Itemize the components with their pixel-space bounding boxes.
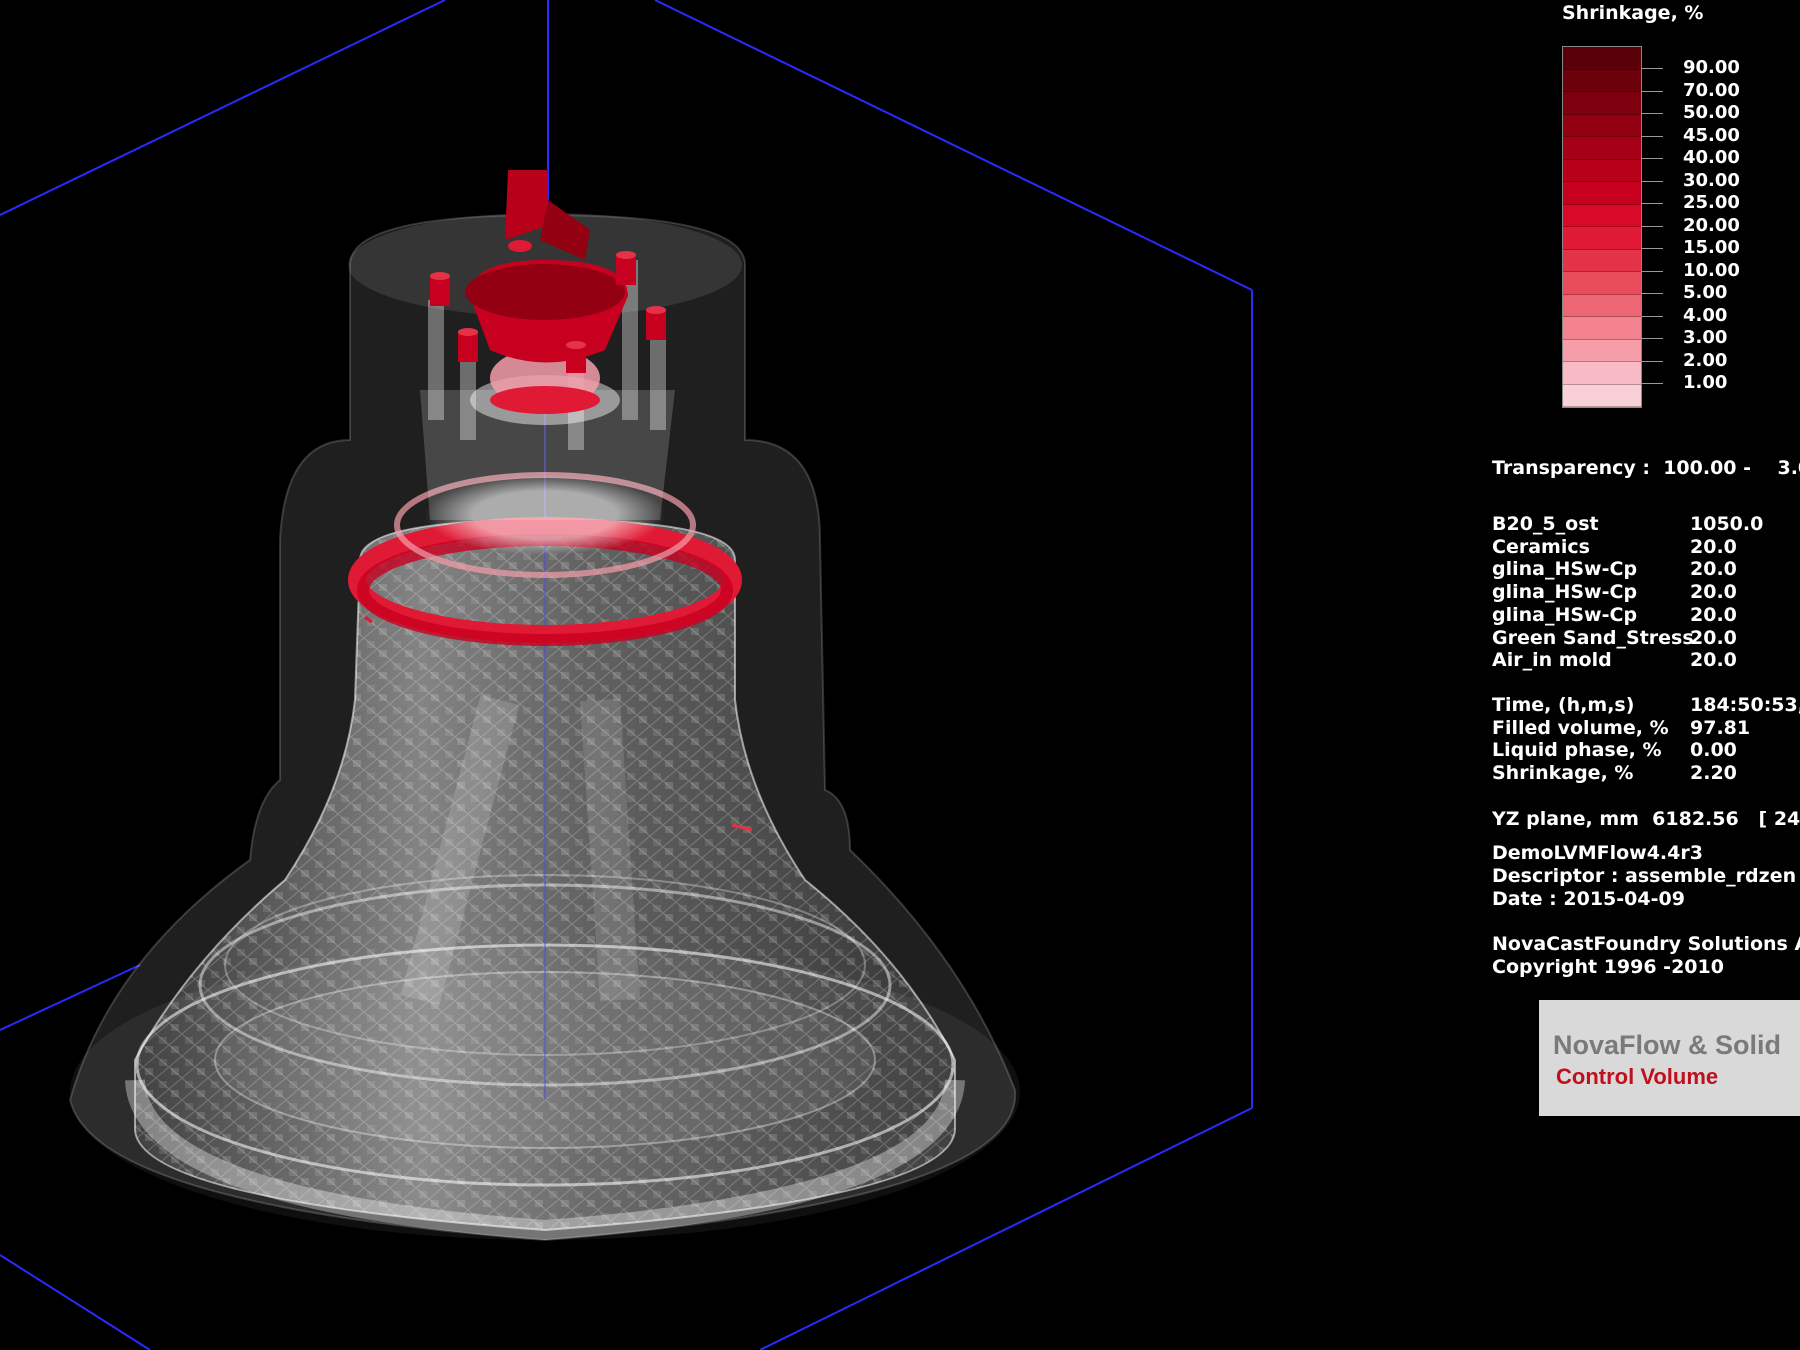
info-row-value: 20.0 <box>1690 581 1737 604</box>
legend-tick <box>1641 180 1663 182</box>
info-row-value: 20.0 <box>1690 649 1737 672</box>
legend-swatch <box>1563 317 1641 340</box>
legend-tick <box>1641 315 1663 317</box>
descriptor: Descriptor : assemble_rdzen - VD <box>1492 865 1797 887</box>
copyright: Copyright 1996 -2010 <box>1492 956 1724 978</box>
legend-swatch <box>1563 294 1641 317</box>
legend-label: 90.00 <box>1683 57 1740 78</box>
info-row-value: 184:50:53,4 <box>1690 694 1800 716</box>
legend-swatch <box>1563 362 1641 385</box>
info-row-label: Filled volume, % <box>1492 716 1669 739</box>
legend-title: Shrinkage, % <box>1562 2 1704 24</box>
info-row-label: Air_in mold <box>1492 649 1612 672</box>
legend-label: 10.00 <box>1683 259 1740 281</box>
info-row-label: B20_5_ost <box>1492 513 1599 535</box>
legend-tick <box>1641 68 1663 69</box>
legend-label: 15.00 <box>1683 237 1740 258</box>
legend-label: 40.00 <box>1683 147 1740 168</box>
legend-swatch <box>1563 272 1641 295</box>
legend-swatch <box>1563 339 1641 362</box>
transparency-readout: Transparency : 100.00 - 3.00 <box>1492 457 1800 479</box>
legend-swatch <box>1563 92 1641 115</box>
info-row-label: glina_HSw-Cp <box>1492 581 1638 604</box>
legend-swatch <box>1563 182 1641 205</box>
logo-sub-text: Control Volume <box>1556 1064 1719 1089</box>
legend-swatch <box>1563 159 1641 182</box>
legend-label: 3.00 <box>1683 327 1728 348</box>
legend-label: 45.00 <box>1683 124 1740 146</box>
legend-label: 20.00 <box>1683 214 1740 236</box>
legend-tick <box>1641 293 1663 294</box>
legend-tick <box>1641 135 1663 137</box>
info-row-value: 20.0 <box>1690 603 1737 626</box>
legend-tick <box>1641 203 1663 204</box>
info-row-label: Shrinkage, % <box>1492 762 1634 785</box>
legend-swatch <box>1563 69 1641 92</box>
legend-label: 50.00 <box>1683 102 1740 123</box>
legend-label: 4.00 <box>1683 304 1728 326</box>
legend-label: 1.00 <box>1683 372 1728 393</box>
demo-version: DemoLVMFlow4.4r3 <box>1492 842 1703 864</box>
date: Date : 2015-04-09 <box>1492 888 1685 910</box>
logo-main-text: NovaFlow & Solid <box>1553 1030 1782 1060</box>
legend-tick <box>1641 360 1663 362</box>
info-row-label: glina_HSw-Cp <box>1492 603 1638 626</box>
legend-label: 2.00 <box>1683 349 1728 371</box>
legend-swatch <box>1563 384 1641 407</box>
legend-swatch <box>1563 137 1641 160</box>
legend-tick <box>1641 383 1663 384</box>
info-row-value: 2.20 <box>1690 762 1737 785</box>
legend-swatch <box>1563 204 1641 227</box>
legend-tick <box>1641 90 1663 92</box>
info-row-label: Time, (h,m,s) <box>1492 694 1635 716</box>
legend-tick <box>1641 158 1663 159</box>
info-row-label: Ceramics <box>1492 535 1590 558</box>
info-row-value: 97.81 <box>1690 716 1751 739</box>
legend-label: 5.00 <box>1683 282 1728 303</box>
3d-viewport[interactable] <box>0 0 1800 1350</box>
legend-label: 70.00 <box>1683 79 1740 101</box>
info-row-label: glina_HSw-Cp <box>1492 558 1638 581</box>
legend-tick <box>1641 113 1663 114</box>
plane-readout: YZ plane, mm 6182.56 [ 247 ] <box>1492 808 1800 830</box>
legend-label: 30.00 <box>1683 169 1740 191</box>
info-row-label: Green Sand_Stress <box>1492 626 1694 649</box>
legend-swatch <box>1563 227 1641 250</box>
info-row-value: 0.00 <box>1690 739 1737 762</box>
legend-swatch <box>1563 249 1641 272</box>
info-row-value: 20.0 <box>1690 558 1737 581</box>
legend-tick <box>1641 270 1663 272</box>
legend-tick <box>1641 225 1663 227</box>
legend-swatch <box>1563 47 1641 70</box>
company-name: NovaCastFoundry Solutions AB <box>1492 933 1800 955</box>
legend-label: 25.00 <box>1683 192 1740 213</box>
legend-tick <box>1641 248 1663 249</box>
shrinkage-color-scale <box>1562 46 1642 408</box>
info-row-value: 1050.0 <box>1690 513 1764 535</box>
info-row-label: Liquid phase, % <box>1492 739 1662 762</box>
legend-swatch <box>1563 114 1641 137</box>
novaflow-logo: NovaFlow & Solid Control Volume <box>1539 1000 1800 1116</box>
info-row-value: 20.0 <box>1690 535 1737 558</box>
info-row-value: 20.0 <box>1690 626 1737 649</box>
legend-tick <box>1641 338 1663 339</box>
